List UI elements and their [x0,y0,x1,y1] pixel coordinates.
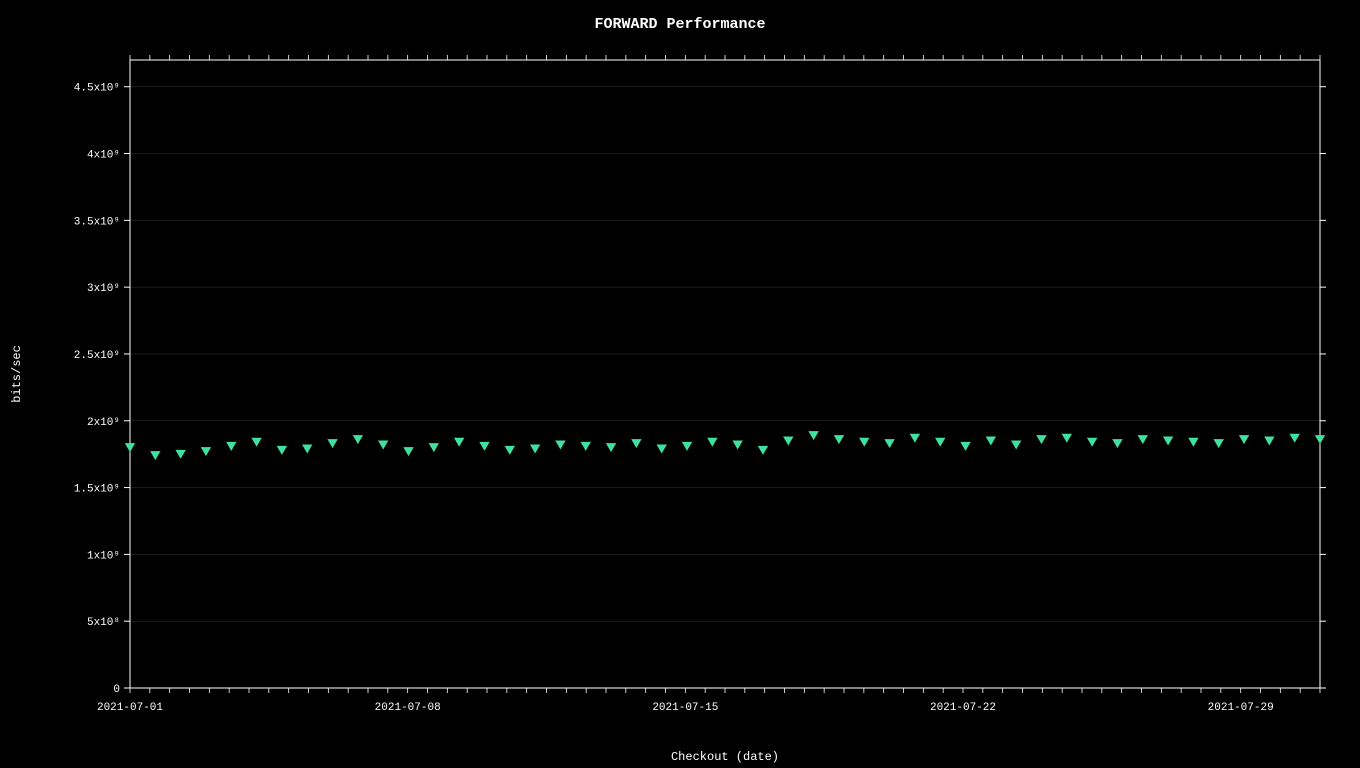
svg-text:2.5x10⁹: 2.5x10⁹ [74,350,120,362]
svg-text:0: 0 [113,684,120,696]
svg-text:Checkout (date): Checkout (date) [671,750,779,764]
svg-text:2021-07-15: 2021-07-15 [652,702,718,714]
svg-text:3.5x10⁹: 3.5x10⁹ [74,216,120,228]
svg-text:4x10⁹: 4x10⁹ [87,150,120,162]
chart-container: FORWARD Performance bits/sec Checkout (d… [0,0,1360,768]
svg-text:5x10⁸: 5x10⁸ [87,617,120,629]
svg-text:2021-07-29: 2021-07-29 [1208,702,1274,714]
svg-text:4.5x10⁹: 4.5x10⁹ [74,83,120,95]
svg-text:2021-07-22: 2021-07-22 [930,702,996,714]
svg-text:3x10⁹: 3x10⁹ [87,283,120,295]
svg-text:1.5x10⁹: 1.5x10⁹ [74,484,120,496]
main-chart-svg: 0 5x10⁸ 1x10⁹ 1.5x10⁹ 2x10⁹ 2.5x10⁹ 3x10⁹ 3.5x1… [0,0,1360,768]
svg-text:2021-07-08: 2021-07-08 [375,702,441,714]
svg-text:1x10⁹: 1x10⁹ [87,550,120,562]
svg-text:bits/sec: bits/sec [10,345,24,403]
svg-text:2x10⁹: 2x10⁹ [87,417,120,429]
svg-text:2021-07-01: 2021-07-01 [97,702,163,714]
